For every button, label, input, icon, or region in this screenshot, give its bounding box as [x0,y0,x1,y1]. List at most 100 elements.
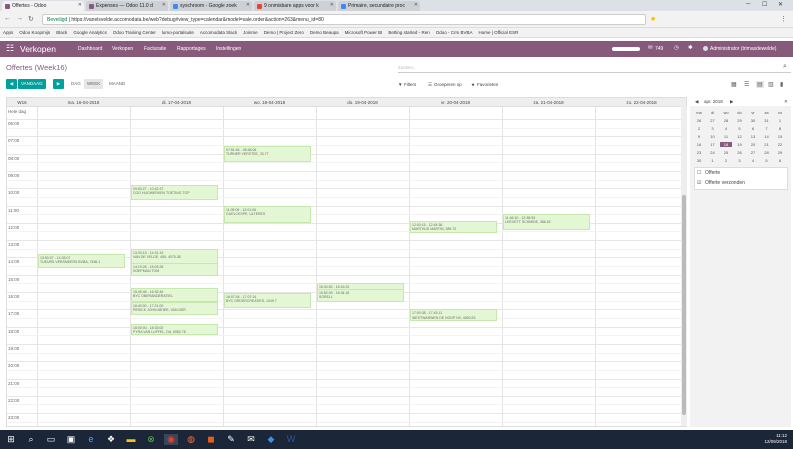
menu-dashboard[interactable]: Dashboard [78,46,102,52]
forward-icon[interactable]: → [16,15,23,22]
mini-day[interactable]: 26 [693,118,705,123]
avatar[interactable] [703,46,708,51]
mini-day[interactable]: 17 [707,142,719,147]
mini-day[interactable]: 26 [734,150,746,155]
list-view-icon[interactable]: ☰ [744,81,749,88]
mini-day[interactable]: 5 [734,126,746,131]
explorer-icon[interactable]: ▬ [124,434,138,444]
mini-day[interactable]: 30 [693,158,705,163]
mini-day-today[interactable]: 18 [720,142,732,147]
menu-facturatie[interactable]: Facturatie [144,46,166,52]
bookmark-item[interactable]: Black [56,30,67,35]
mini-day[interactable]: 31 [761,118,773,123]
calendar-event[interactable]: 15:52:09 - 16:34:18 SORELL [317,288,404,303]
app-orange-icon[interactable]: ◼ [204,434,218,445]
mini-day[interactable]: 28 [761,150,773,155]
bookmark-item[interactable]: Microsoft Power BI [345,30,383,35]
messages-icon[interactable]: ✉ [648,45,653,51]
close-window-icon[interactable]: ✕ [778,1,783,8]
mini-day[interactable]: 29 [734,118,746,123]
bookmark-item[interactable]: Betting started - Ren [388,30,429,35]
bookmark-item[interactable]: Apps [3,30,13,35]
filters-dropdown[interactable]: Filters [404,82,416,87]
mini-day[interactable]: 27 [747,150,759,155]
bug-icon[interactable]: ✱ [688,45,693,51]
today-button[interactable]: VANDAAG [18,79,46,89]
calendar-event[interactable]: 11:05:09 - 12:01:06 GUELCKSPE, ULTERES [224,205,311,223]
app-title[interactable]: Verkopen [20,44,56,54]
week-view-button[interactable]: WEEK [84,79,104,89]
browser-tab[interactable]: Primaire, secundaire proc ✕ [338,1,420,11]
prev-week-button[interactable]: ◀ [6,79,17,89]
store-icon[interactable]: ▣ [64,434,78,445]
calendar-event[interactable]: 18:00:00 - 18:33:00 PYRA VAN LUFFEL, DA, … [131,324,218,336]
menu-instellingen[interactable]: Instellingen [216,46,241,52]
mini-day[interactable]: 3 [707,126,719,131]
kanban-view-icon[interactable]: ▦ [731,81,737,88]
mini-day[interactable]: 3 [734,158,746,163]
mini-day[interactable]: 28 [720,118,732,123]
bookmark-item[interactable]: Google Analytics [73,30,107,35]
mini-day[interactable]: 14 [761,134,773,139]
mini-day[interactable]: 10 [707,134,719,139]
tab-close-icon[interactable]: ✕ [414,2,418,8]
offerte-checkbox[interactable]: ☐ [697,170,701,176]
mini-day[interactable]: 2 [693,126,705,131]
browser-menu-icon[interactable]: ⋮ [780,15,787,23]
search-taskbar-icon[interactable]: ⌕ [24,434,38,445]
search-icon[interactable]: ⌕ [783,63,787,71]
browser-tab[interactable]: syschroom - Google zoek ✕ [170,1,252,11]
mini-day[interactable]: 1 [707,158,719,163]
bookmark-item[interactable]: lumo-portalsuite [162,30,194,35]
prev-month-icon[interactable]: ◀ [695,99,698,105]
calendar-event[interactable]: 13:50:07 - 14:33:07 TUEURS VERSMEERS BVBA… [38,253,125,268]
activity-icon[interactable]: ◷ [674,45,679,51]
windows-start-icon[interactable]: ⊞ [4,434,18,445]
browser-tab[interactable]: 9 onmisbare apps voor k ✕ [254,1,336,11]
app-mail-icon[interactable]: ✉ [244,434,258,445]
mini-day[interactable]: 1 [774,118,786,123]
mini-day[interactable]: 8 [774,126,786,131]
chrome-icon[interactable]: ◉ [164,434,178,445]
maximize-icon[interactable]: ☐ [762,1,767,8]
bookmark-item[interactable]: Demo | Project Zero [264,30,304,35]
mini-day[interactable]: 16 [693,142,705,147]
groupby-dropdown[interactable]: Groeperen op [434,82,462,87]
day-view-button[interactable]: DAG [68,79,84,89]
mini-day[interactable]: 6 [747,126,759,131]
user-menu[interactable]: Administrator (trimasdewelde) [710,46,776,52]
back-icon[interactable]: ← [4,15,11,22]
month-view-button[interactable]: MAAND [106,79,129,89]
mini-day[interactable]: 30 [747,118,759,123]
mini-day[interactable]: 20 [747,142,759,147]
mini-day[interactable]: 29 [774,150,786,155]
bookmark-item[interactable]: Accomodata Slack [200,30,237,35]
search-input[interactable]: Zoeken... [398,63,791,73]
calendar-event[interactable]: 12:00:15 - 12:44:36 MARTHUS MARTIN, 389.7… [410,221,497,234]
tab-close-icon[interactable]: ✕ [330,2,334,8]
url-input[interactable]: Beveiligd | https://vanelsvelde.accomoda… [42,14,646,25]
firefox-icon[interactable]: ◍ [184,434,198,445]
mini-day[interactable]: 12 [734,134,746,139]
tab-close-icon[interactable]: ✕ [246,2,250,8]
calendar-event[interactable]: 17:00:38 - 17:43:11 WESTWARWEN DE HOOP NV… [410,309,497,322]
next-month-icon[interactable]: ▶ [730,99,733,105]
app-pen-icon[interactable]: ✎ [224,434,238,445]
mini-day[interactable]: 6 [774,158,786,163]
calendar-event[interactable]: 09:53:27 - 10:42:37 COO HUGWERKEN TOETING… [131,184,218,201]
mini-day[interactable]: 27 [707,118,719,123]
close-sidebar-icon[interactable]: ✕ [784,99,788,105]
mini-day[interactable]: 21 [761,142,773,147]
favorites-dropdown[interactable]: Favorieten [477,82,498,87]
mini-day[interactable]: 19 [734,142,746,147]
calendar-view-icon[interactable]: ▤ [756,81,764,88]
calendar-event[interactable]: 07:51:54 - 08:48:06 TURNER VERSTEE, 33.77 [224,145,311,163]
xbox-icon[interactable]: ⊗ [144,434,158,445]
word-icon[interactable]: W [284,434,298,444]
mini-day[interactable]: 13 [747,134,759,139]
browser-tab[interactable]: Offertes - Odoo ✕ [2,1,84,11]
tab-close-icon[interactable]: ✕ [162,2,166,8]
dropbox-icon[interactable]: ❖ [104,434,118,445]
bookmark-item[interactable]: Odoo Training Center [113,30,156,35]
menu-verkopen[interactable]: Verkopen [112,46,133,52]
